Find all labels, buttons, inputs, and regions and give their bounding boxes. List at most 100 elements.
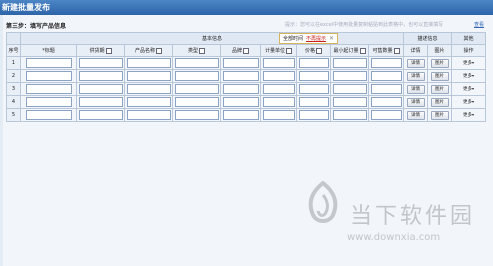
image-button[interactable]: 图片: [430, 97, 449, 107]
detail-button[interactable]: 详情: [406, 71, 425, 81]
title-input[interactable]: [25, 110, 72, 120]
cell-unit: [260, 108, 297, 122]
col-supply: 供货期: [76, 44, 125, 57]
cell-price: [296, 108, 331, 122]
group-basic-info: 基本信息: [20, 32, 404, 45]
min-order-input[interactable]: [332, 110, 367, 120]
stock-input[interactable]: [370, 58, 402, 68]
type-input[interactable]: [174, 97, 219, 107]
more-dropdown[interactable]: 更多▾: [463, 86, 474, 92]
type-input[interactable]: [174, 71, 219, 81]
min-order-input[interactable]: [332, 71, 367, 81]
stock-input[interactable]: [370, 84, 402, 94]
supply-input[interactable]: [78, 71, 123, 81]
brand-input[interactable]: [222, 84, 259, 94]
image-button[interactable]: 图片: [430, 71, 449, 81]
cell-price: [296, 82, 331, 96]
more-label: 更多: [462, 113, 472, 118]
table-row: 3 详情 图片 更多▾: [6, 82, 486, 96]
type-input[interactable]: [174, 110, 219, 120]
product-name-input[interactable]: [126, 97, 171, 107]
product-name-input[interactable]: [126, 58, 171, 68]
cell-unit: [260, 95, 297, 109]
detail-button[interactable]: 详情: [406, 110, 425, 120]
image-button[interactable]: 图片: [430, 58, 449, 68]
col-product-name-label: 产品名称: [134, 48, 155, 54]
detail-button[interactable]: 详情: [406, 58, 425, 68]
tab-no-remind[interactable]: 不再提示: [306, 35, 326, 42]
supply-input[interactable]: [78, 58, 123, 68]
brand-input[interactable]: [222, 110, 259, 120]
more-dropdown[interactable]: 更多▾: [463, 99, 474, 105]
price-input[interactable]: [298, 84, 329, 94]
cell-stock: [368, 69, 404, 83]
more-dropdown[interactable]: 更多▾: [463, 73, 474, 79]
unit-checkbox[interactable]: [286, 47, 292, 54]
min-order-input[interactable]: [332, 97, 367, 107]
cell-supply: [76, 108, 125, 122]
unit-input[interactable]: [262, 58, 295, 68]
title-input[interactable]: [25, 84, 72, 94]
image-button[interactable]: 图片: [430, 84, 449, 94]
unit-input[interactable]: [262, 71, 295, 81]
stock-checkbox[interactable]: [393, 47, 400, 54]
tooltip-tabs: 全部时间 不再提示 ✕: [279, 33, 339, 44]
type-input[interactable]: [174, 84, 219, 94]
price-input[interactable]: [298, 71, 329, 81]
min-order-input[interactable]: [332, 84, 367, 94]
tab-all-time[interactable]: 全部时间: [283, 35, 303, 42]
unit-input[interactable]: [262, 97, 295, 107]
stock-input[interactable]: [370, 71, 402, 81]
product-name-checkbox[interactable]: [156, 47, 162, 54]
product-name-input[interactable]: [126, 110, 171, 120]
cell-product-name: [124, 108, 173, 122]
type-checkbox[interactable]: [199, 47, 205, 54]
hint-link[interactable]: 查看: [474, 21, 484, 28]
price-checkbox[interactable]: [316, 47, 322, 54]
brand-input[interactable]: [222, 58, 259, 68]
brand-input[interactable]: [222, 97, 259, 107]
cell-min-order: [330, 69, 369, 83]
product-table: 基本信息 描述信息 其他 序号 *标题 供货期 产品名称 类型 品牌 计量单位 …: [6, 32, 486, 122]
cell-title: [20, 82, 77, 96]
product-name-input[interactable]: [126, 71, 171, 81]
col-min-order-label: 最小起订量: [333, 48, 359, 54]
cell-price: [296, 95, 331, 109]
cell-image: 图片: [427, 95, 452, 109]
price-input[interactable]: [298, 58, 329, 68]
brand-input[interactable]: [222, 71, 259, 81]
row-number: 4: [6, 95, 21, 109]
cell-detail: 详情: [403, 56, 428, 70]
product-name-input[interactable]: [126, 84, 171, 94]
cell-brand: [220, 108, 261, 122]
group-other: 其他: [451, 32, 486, 45]
cell-actions: 更多▾: [451, 82, 486, 96]
more-dropdown[interactable]: 更多▾: [463, 60, 474, 66]
stock-input[interactable]: [370, 110, 402, 120]
cell-product-name: [124, 56, 173, 70]
supply-input[interactable]: [78, 84, 123, 94]
stock-input[interactable]: [370, 97, 402, 107]
price-input[interactable]: [298, 110, 329, 120]
title-input[interactable]: [25, 58, 72, 68]
brand-checkbox[interactable]: [243, 47, 249, 54]
image-button[interactable]: 图片: [430, 110, 449, 120]
unit-input[interactable]: [262, 84, 295, 94]
supply-input[interactable]: [78, 110, 123, 120]
close-icon[interactable]: ✕: [329, 35, 334, 42]
supply-checkbox[interactable]: [105, 47, 112, 54]
title-input[interactable]: [25, 97, 72, 107]
detail-button[interactable]: 详情: [406, 84, 425, 94]
min-order-input[interactable]: [332, 58, 367, 68]
table-row: 4 详情 图片 更多▾: [6, 95, 486, 109]
cell-brand: [220, 56, 261, 70]
unit-input[interactable]: [262, 110, 295, 120]
supply-input[interactable]: [78, 97, 123, 107]
min-order-checkbox[interactable]: [359, 47, 366, 54]
detail-button[interactable]: 详情: [406, 97, 425, 107]
more-dropdown[interactable]: 更多▾: [463, 112, 474, 118]
col-supply-label: 供货期: [89, 48, 105, 54]
price-input[interactable]: [298, 97, 329, 107]
type-input[interactable]: [174, 58, 219, 68]
title-input[interactable]: [25, 71, 72, 81]
